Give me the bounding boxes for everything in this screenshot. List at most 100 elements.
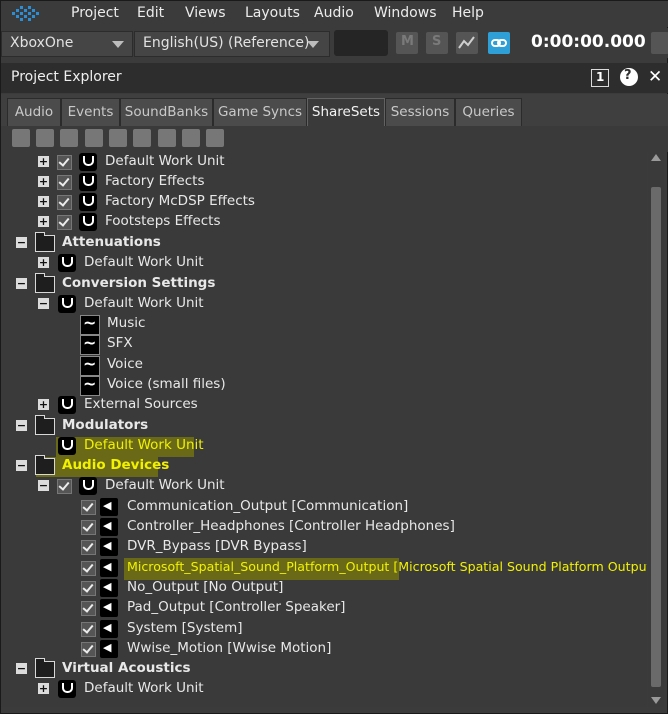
attenuation-filter-icon[interactable] — [85, 129, 103, 147]
tab-game-syncs[interactable]: Game Syncs — [213, 98, 307, 127]
menu-edit[interactable]: Edit — [137, 5, 164, 21]
tree-item[interactable]: Wwise_Motion [Wwise Motion] — [1, 639, 647, 659]
tree-scrollbar[interactable] — [648, 152, 664, 707]
tree-item[interactable]: − Default Work Unit — [1, 294, 647, 314]
checkbox[interactable] — [57, 155, 72, 170]
tab-sessions[interactable]: Sessions — [385, 98, 455, 127]
tree-item[interactable]: + Footsteps Effects — [1, 212, 647, 232]
checkbox[interactable] — [57, 215, 72, 230]
expand-icon[interactable]: + — [38, 399, 49, 410]
collapse-icon[interactable]: − — [16, 663, 27, 674]
collapse-icon[interactable]: − — [38, 480, 49, 491]
language-dropdown[interactable]: English(US) (Reference) — [134, 31, 330, 57]
tab-queries[interactable]: Queries — [455, 98, 522, 127]
collapse-icon[interactable]: − — [16, 278, 27, 289]
help-button[interactable]: ? — [620, 68, 638, 86]
tab-sharesets[interactable]: ShareSets — [307, 98, 385, 127]
checkbox[interactable] — [57, 479, 72, 494]
tree-item[interactable]: − Virtual Acoustics — [1, 658, 647, 679]
tree-item[interactable]: Music — [1, 313, 647, 335]
checkbox[interactable] — [81, 520, 96, 535]
folder-filter-icon[interactable] — [60, 129, 78, 147]
menu-views[interactable]: Views — [185, 5, 226, 21]
tree-item[interactable]: + Factory McDSP Effects — [1, 192, 647, 212]
tab-audio[interactable]: Audio — [7, 98, 61, 127]
checkbox[interactable] — [81, 540, 96, 555]
transport-button[interactable] — [651, 32, 668, 54]
tree-item[interactable]: + External Sources — [1, 395, 647, 415]
tree-item[interactable]: − Attenuations — [1, 232, 647, 253]
solo-button[interactable]: S — [426, 32, 448, 54]
checkbox[interactable] — [57, 195, 72, 210]
tree-item[interactable]: Microsoft_Spatial_Sound_Platform_Output … — [1, 558, 647, 578]
expand-icon[interactable]: + — [38, 683, 49, 694]
tab-events[interactable]: Events — [61, 98, 120, 127]
tree-item[interactable]: + Factory Effects — [1, 172, 647, 192]
tree-item[interactable]: Pad_Output [Controller Speaker] — [1, 598, 647, 618]
tree-item[interactable]: Communication_Output [Communication] — [1, 497, 647, 517]
link-button[interactable] — [488, 32, 510, 54]
panel-number-button[interactable]: 1 — [591, 69, 609, 87]
tree-item[interactable]: No_Output [No Output] — [1, 578, 647, 598]
expand-icon[interactable]: + — [38, 156, 49, 167]
tree-item[interactable]: Default Work Unit — [1, 436, 647, 456]
tree-item[interactable]: Voice (small files) — [1, 374, 647, 396]
collapse-icon[interactable]: − — [38, 298, 49, 309]
checkbox[interactable] — [81, 642, 96, 657]
menu-project[interactable]: Project — [71, 5, 119, 21]
remote-button[interactable] — [456, 32, 478, 54]
expand-icon[interactable]: + — [38, 196, 49, 207]
tree-item[interactable]: − Default Work Unit — [1, 476, 647, 496]
mute-button[interactable]: M — [396, 32, 418, 54]
tree-item[interactable]: DVR_Bypass [DVR Bypass] — [1, 537, 647, 557]
tree-item[interactable]: Controller_Headphones [Controller Headph… — [1, 517, 647, 537]
scroll-down-icon[interactable] — [651, 697, 661, 704]
conversion-filter-icon[interactable] — [109, 129, 127, 147]
tab-bar: Audio Events SoundBanks Game Syncs Share… — [1, 94, 668, 127]
work-unit-filter-icon[interactable] — [12, 129, 30, 147]
tree-item[interactable]: − Conversion Settings — [1, 273, 647, 294]
expand-icon[interactable]: + — [38, 176, 49, 187]
scroll-thumb[interactable] — [651, 187, 661, 687]
tree-item-label: Default Work Unit — [84, 437, 204, 453]
menu-windows[interactable]: Windows — [374, 5, 437, 21]
tree-item[interactable]: SFX — [1, 333, 647, 355]
checkbox[interactable] — [81, 500, 96, 515]
folder-icon — [35, 455, 55, 475]
tree-item-label: Wwise_Motion [Wwise Motion] — [127, 640, 332, 656]
menu-layouts[interactable]: Layouts — [245, 5, 300, 21]
tree-item[interactable]: + Default Work Unit — [1, 152, 647, 172]
wwise-logo-icon[interactable] — [11, 4, 45, 24]
tree-item[interactable]: − Audio Devices — [1, 455, 647, 476]
menu-audio[interactable]: Audio — [314, 5, 354, 21]
modulator-filter-icon[interactable] — [133, 129, 151, 147]
tree-item[interactable]: System [System] — [1, 619, 647, 639]
checkbox[interactable] — [81, 581, 96, 596]
expand-icon[interactable]: + — [38, 216, 49, 227]
expand-icon[interactable]: + — [38, 257, 49, 268]
platform-dropdown[interactable]: XboxOne — [1, 31, 133, 57]
checkbox[interactable] — [81, 561, 96, 576]
tree-item[interactable]: + Default Work Unit — [1, 679, 647, 699]
link-icon — [491, 39, 507, 47]
conversion-icon — [80, 374, 100, 396]
checkbox[interactable] — [81, 601, 96, 616]
collapse-icon[interactable]: − — [16, 460, 27, 471]
collapse-icon[interactable]: − — [16, 420, 27, 431]
meter-filter-icon[interactable] — [182, 129, 200, 147]
scroll-up-icon[interactable] — [651, 154, 661, 161]
tree-item[interactable]: Voice — [1, 354, 647, 376]
close-icon[interactable]: ✕ — [648, 67, 662, 87]
folder-filter-icon[interactable] — [36, 129, 54, 147]
work-unit-icon — [79, 153, 97, 171]
tree-item[interactable]: − Modulators — [1, 415, 647, 436]
clock-filter-icon[interactable] — [206, 129, 224, 147]
checkbox[interactable] — [81, 622, 96, 637]
checkbox[interactable] — [57, 175, 72, 190]
tree-item-label: Pad_Output [Controller Speaker] — [127, 599, 346, 615]
collapse-icon[interactable]: − — [16, 237, 27, 248]
tree-item[interactable]: + Default Work Unit — [1, 253, 647, 273]
effect-filter-icon[interactable] — [158, 129, 176, 147]
menu-help[interactable]: Help — [452, 5, 484, 21]
tab-soundbanks[interactable]: SoundBanks — [120, 98, 213, 127]
